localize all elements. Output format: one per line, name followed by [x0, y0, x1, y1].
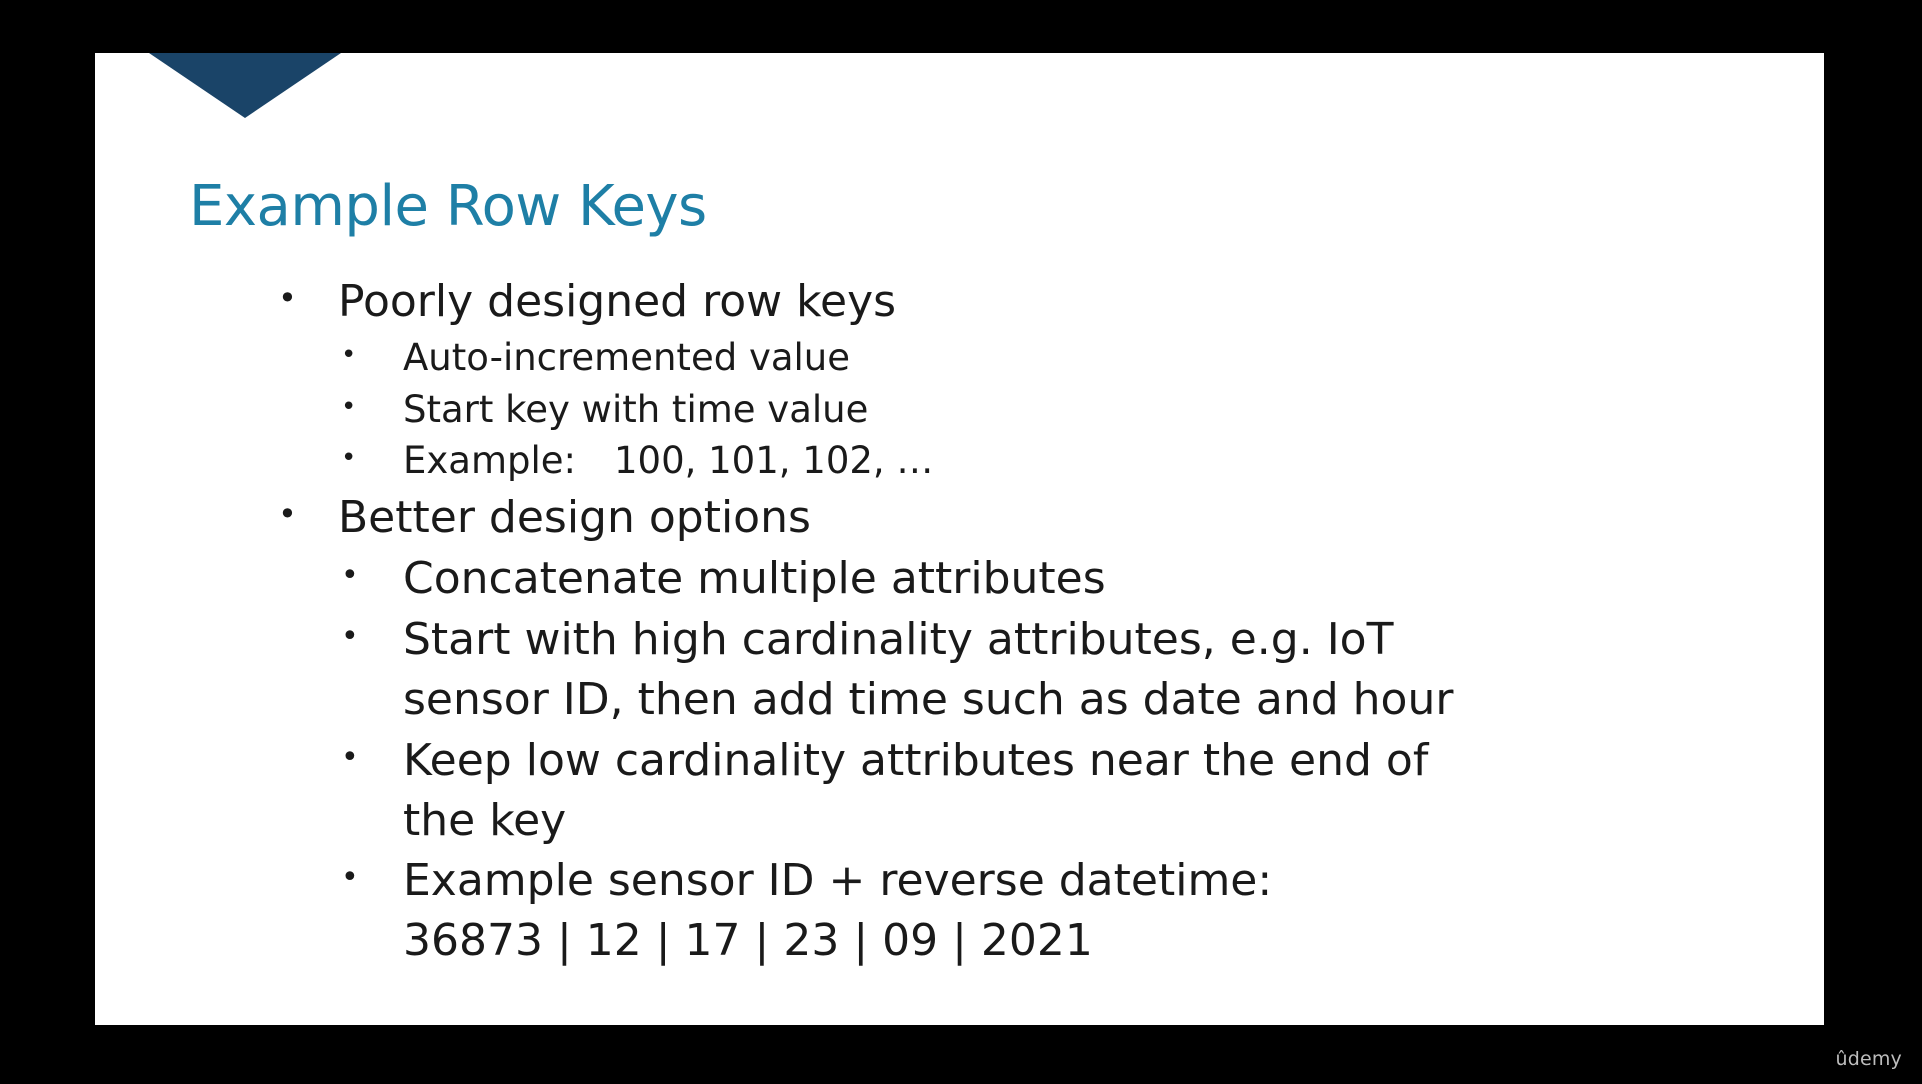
- subbullet-line-1: Example sensor ID + reverse datetime:: [403, 855, 1273, 906]
- bullet-text: Poorly designed row keys: [338, 276, 897, 327]
- subbullet-example-auto: • Example: 100, 101, 102, …: [341, 439, 934, 483]
- bullet-dot-icon: •: [341, 340, 357, 370]
- subbullet-example-sensor: • Example sensor ID + reverse datetime: …: [341, 851, 1273, 971]
- subbullet-line-2: the key: [403, 795, 567, 846]
- bullet-dot-icon: •: [341, 443, 357, 473]
- subbullet-text: Example:: [403, 439, 576, 482]
- bullet-dot-icon: •: [341, 740, 359, 775]
- subbullet-text: Auto-incremented value: [403, 336, 851, 379]
- subbullet-high-cardinality: • Start with high cardinality attributes…: [341, 610, 1454, 730]
- bullet-dot-icon: •: [341, 860, 359, 895]
- subbullet-line-1: Keep low cardinality attributes near the…: [403, 735, 1429, 786]
- bullet-dot-icon: •: [341, 619, 359, 654]
- udemy-logo: ûdemy: [1835, 1048, 1902, 1070]
- subbullet-concatenate: • Concatenate multiple attributes: [341, 549, 1106, 609]
- bullet-text: Better design options: [338, 492, 811, 543]
- slide: Example Row Keys • Poorly designed row k…: [95, 53, 1824, 1025]
- slide-content: • Poorly designed row keys • Auto-increm…: [95, 53, 1824, 1025]
- bullet-dot-icon: •: [278, 279, 297, 317]
- subbullet-start-key-time: • Start key with time value: [341, 388, 869, 432]
- bullet-dot-icon: •: [341, 392, 357, 422]
- bullet-better-design: • Better design options: [278, 491, 811, 545]
- bullet-dot-icon: •: [278, 495, 297, 533]
- subbullet-line-2: sensor ID, then add time such as date an…: [403, 674, 1454, 725]
- subbullet-auto-incremented: • Auto-incremented value: [341, 336, 851, 380]
- subbullet-text: Concatenate multiple attributes: [403, 553, 1106, 604]
- example-row-key: 36873 | 12 | 17 | 23 | 09 | 2021: [403, 915, 1093, 966]
- subbullet-line-1: Start with high cardinality attributes, …: [403, 614, 1394, 665]
- subbullet-text: Start key with time value: [403, 388, 869, 431]
- video-frame: Example Row Keys • Poorly designed row k…: [0, 0, 1922, 1084]
- bullet-poorly-designed: • Poorly designed row keys: [278, 275, 897, 329]
- bullet-dot-icon: •: [341, 558, 359, 593]
- example-value: 100, 101, 102, …: [614, 439, 934, 482]
- subbullet-low-cardinality: • Keep low cardinality attributes near t…: [341, 731, 1429, 851]
